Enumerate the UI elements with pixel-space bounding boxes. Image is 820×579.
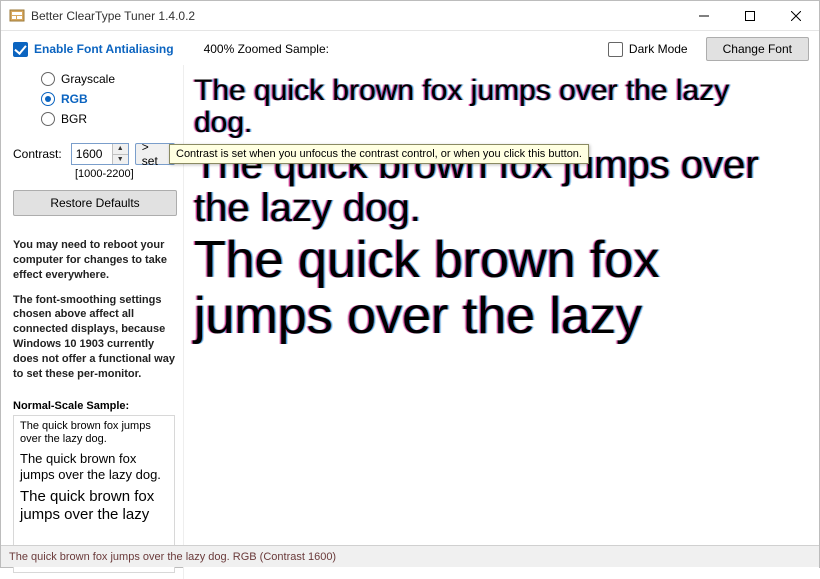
contrast-spinner[interactable]: ▲ ▼	[71, 143, 129, 165]
zoomed-sample-3: The quick brown fox jumps over the lazy	[194, 232, 804, 344]
contrast-row: Contrast: ▲ ▼ > set	[13, 137, 175, 165]
radio-icon	[41, 92, 55, 106]
zoomed-sample-1: The quick brown fox jumps over the lazy …	[194, 75, 794, 140]
checkbox-icon	[13, 42, 28, 57]
checkbox-icon	[608, 42, 623, 57]
enable-antialiasing-label: Enable Font Antialiasing	[34, 42, 174, 56]
zoomed-preview-panel: The quick brown fox jumps over the lazy …	[183, 65, 819, 579]
change-font-button[interactable]: Change Font	[706, 37, 809, 61]
info-text: You may need to reboot your computer for…	[13, 238, 175, 392]
stepper-up-icon[interactable]: ▲	[113, 144, 128, 154]
normal-sample-small: The quick brown fox jumps over the lazy …	[20, 420, 168, 448]
subpixel-order-group: Grayscale RGB BGR	[13, 65, 175, 137]
status-bar: The quick brown fox jumps over the lazy …	[1, 545, 819, 567]
dark-mode-label: Dark Mode	[629, 42, 688, 56]
radio-icon	[41, 72, 55, 86]
radio-grayscale[interactable]: Grayscale	[41, 69, 175, 89]
radio-icon	[41, 112, 55, 126]
normal-sample-medium: The quick brown fox jumps over the lazy …	[20, 451, 168, 484]
normal-sample-large: The quick brown fox jumps over the lazy	[20, 488, 168, 526]
zoom-sample-label: 400% Zoomed Sample:	[204, 42, 329, 56]
app-icon	[9, 8, 25, 24]
restore-defaults-button[interactable]: Restore Defaults	[13, 190, 177, 216]
radio-rgb[interactable]: RGB	[41, 89, 175, 109]
titlebar: Better ClearType Tuner 1.4.0.2	[1, 1, 819, 31]
close-button[interactable]	[773, 1, 819, 31]
maximize-button[interactable]	[727, 1, 773, 31]
info-para-1: You may need to reboot your computer for…	[13, 238, 175, 283]
contrast-label: Contrast:	[13, 147, 65, 161]
status-text: The quick brown fox jumps over the lazy …	[9, 551, 336, 563]
settings-sidebar: Grayscale RGB BGR Contrast: ▲ ▼ > set	[1, 65, 183, 579]
contrast-range-hint: [1000-2200]	[13, 165, 175, 184]
radio-label: Grayscale	[61, 72, 115, 86]
radio-label: RGB	[61, 92, 88, 106]
window-controls	[681, 1, 819, 31]
stepper-down-icon[interactable]: ▼	[113, 154, 128, 165]
window-title: Better ClearType Tuner 1.4.0.2	[31, 9, 681, 23]
minimize-button[interactable]	[681, 1, 727, 31]
normal-scale-label: Normal-Scale Sample:	[13, 400, 175, 412]
dark-mode-checkbox[interactable]: Dark Mode	[608, 42, 688, 57]
info-para-2: The font-smoothing settings chosen above…	[13, 293, 175, 382]
radio-bgr[interactable]: BGR	[41, 109, 175, 129]
set-button-tooltip: Contrast is set when you unfocus the con…	[169, 144, 589, 164]
contrast-input[interactable]	[72, 144, 112, 164]
enable-antialiasing-checkbox[interactable]: Enable Font Antialiasing	[13, 42, 174, 57]
radio-label: BGR	[61, 112, 87, 126]
top-toolbar: Enable Font Antialiasing 400% Zoomed Sam…	[1, 31, 819, 65]
